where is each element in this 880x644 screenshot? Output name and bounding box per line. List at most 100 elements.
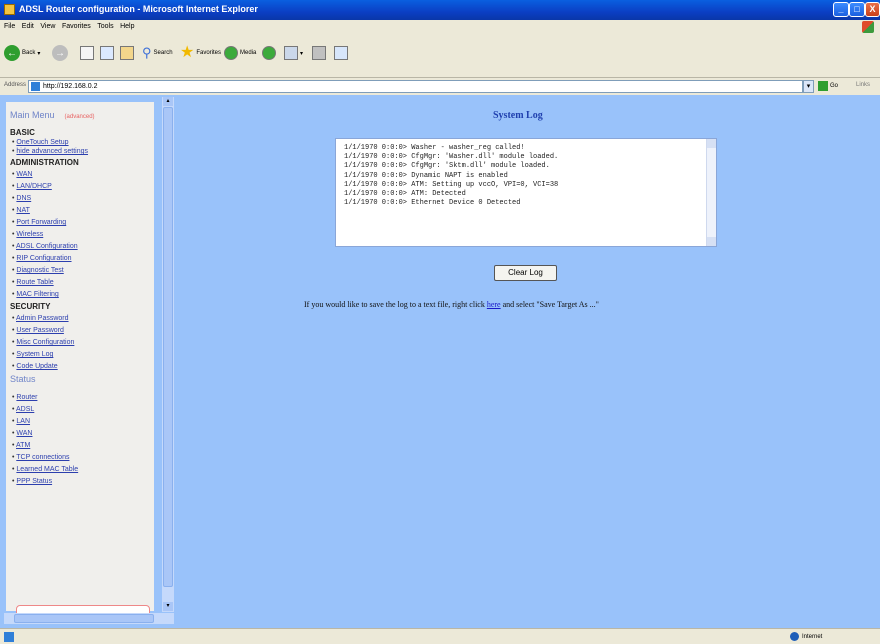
menu-item-onetouch-setup[interactable]: OneTouch Setup	[12, 139, 68, 146]
sidebar-scroll-thumb[interactable]	[163, 107, 173, 587]
refresh-button[interactable]	[100, 43, 114, 63]
forward-button[interactable]: →	[52, 43, 68, 63]
clear-log-button[interactable]: Clear Log	[494, 265, 557, 281]
scroll-down-icon[interactable]: ▾	[163, 602, 173, 611]
star-icon: ★	[180, 44, 195, 61]
favorites-label: Favorites	[196, 50, 222, 56]
menu-item-wan[interactable]: WAN	[12, 171, 32, 178]
log-line: 1/1/1970 0:0:0> Ethernet Device 0 Detect…	[344, 199, 521, 208]
status-item-atm[interactable]: ATM	[12, 442, 30, 449]
window-title: ADSL Router configuration - Microsoft In…	[19, 4, 258, 14]
menu-item-mac-filtering[interactable]: MAC Filtering	[12, 291, 58, 298]
status-item-ppp-status[interactable]: PPP Status	[12, 478, 52, 485]
address-dropdown-icon[interactable]: ▾	[803, 80, 814, 93]
edit-button[interactable]	[334, 43, 348, 63]
media-button[interactable]: Media	[224, 43, 256, 63]
menu-item-admin-password[interactable]: Admin Password	[12, 315, 69, 322]
status-item-wan[interactable]: WAN	[12, 430, 32, 437]
log-scroll-down-icon[interactable]	[707, 237, 716, 246]
stop-button[interactable]	[80, 43, 94, 63]
section-security: SECURITY	[10, 302, 51, 311]
menu-item-system-log[interactable]: System Log	[12, 351, 53, 358]
favorites-button[interactable]: ★ Favorites	[180, 43, 221, 63]
status-item-learned-mac-table[interactable]: Learned MAC Table	[12, 466, 78, 473]
address-bar: Address http://192.168.0.2 ▾ Go Links	[0, 78, 880, 95]
address-label: Address	[4, 82, 27, 88]
menu-item-route-table[interactable]: Route Table	[12, 279, 53, 286]
title-bar: ADSL Router configuration - Microsoft In…	[0, 0, 880, 20]
media-label: Media	[240, 50, 257, 56]
home-button[interactable]	[120, 43, 134, 63]
zone-label: Internet	[802, 633, 823, 640]
main-menu-panel: Main Menu (advanced) BASIC OneTouch Setup…	[6, 102, 154, 619]
advanced-link[interactable]: (advanced)	[65, 114, 95, 120]
sidebar-horizontal-scrollbar[interactable]	[4, 613, 174, 624]
address-input[interactable]: http://192.168.0.2	[28, 80, 803, 93]
log-line: 1/1/1970 0:0:0> Washer - washer_reg call…	[344, 144, 525, 152]
log-line: 1/1/1970 0:0:0> Dynamic NAPT is enabled	[344, 171, 508, 180]
print-button[interactable]	[312, 43, 326, 63]
close-button[interactable]: X	[865, 2, 880, 17]
history-button[interactable]	[262, 43, 276, 63]
status-item-lan[interactable]: LAN	[12, 418, 30, 425]
mail-icon	[284, 46, 298, 60]
menu-item-diagnostic-test[interactable]: Diagnostic Test	[12, 267, 63, 274]
menu-item-user-password[interactable]: User Password	[12, 327, 63, 334]
links-button[interactable]: Links	[856, 82, 870, 88]
menu-item-rip-configuration[interactable]: RIP Configuration	[12, 255, 71, 262]
menu-file[interactable]: File	[4, 23, 15, 30]
page-title: System Log	[493, 110, 543, 121]
stop-icon	[80, 46, 94, 60]
menu-favorites[interactable]: Favorites	[62, 23, 91, 30]
log-scroll-up-icon[interactable]	[707, 139, 716, 148]
status-item-adsl[interactable]: ADSL	[12, 406, 34, 413]
search-button[interactable]: ⚲ Search	[142, 43, 173, 63]
status-item-tcp-connections[interactable]: TCP connections	[12, 454, 69, 461]
menu-item-adsl-configuration[interactable]: ADSL Configuration	[12, 243, 78, 250]
main-menu-heading: Main Menu (advanced)	[10, 110, 95, 120]
log-line: 1/1/1970 0:0:0> CfgMgr: 'Sktm.dll' modul…	[344, 162, 550, 171]
menu-item-hide-advanced[interactable]: hide advanced settings	[12, 148, 88, 155]
media-icon	[224, 46, 238, 60]
info-prefix: If you would like to save the log to a t…	[304, 300, 487, 309]
go-button[interactable]: Go	[818, 81, 838, 91]
menu-help[interactable]: Help	[120, 23, 134, 30]
menu-item-port-forwarding[interactable]: Port Forwarding	[12, 219, 66, 226]
menu-item-code-update[interactable]: Code Update	[12, 363, 57, 370]
system-log-textarea[interactable]: 1/1/1970 0:0:0> Washer - washer_reg call…	[335, 138, 717, 247]
history-icon	[262, 46, 276, 60]
maximize-button[interactable]: □	[849, 2, 865, 17]
scroll-up-icon[interactable]: ▴	[163, 97, 173, 106]
search-label: Search	[153, 50, 173, 56]
sidebar-vertical-scrollbar[interactable]: ▴ ▾	[162, 97, 174, 612]
go-label: Go	[830, 83, 839, 89]
log-scrollbar[interactable]	[706, 139, 716, 246]
page-content: Main Menu (advanced) BASIC OneTouch Setup…	[0, 95, 880, 628]
main-menu-title: Main Menu	[10, 110, 55, 120]
menu-tools[interactable]: Tools	[97, 23, 113, 30]
menu-item-wireless[interactable]: Wireless	[12, 231, 43, 238]
mail-button[interactable]: ▾	[284, 43, 303, 63]
menu-edit[interactable]: Edit	[22, 23, 34, 30]
menu-item-misc-configuration[interactable]: Misc Configuration	[12, 339, 74, 346]
print-icon	[312, 46, 326, 60]
back-button[interactable]: ← Back ▾	[4, 43, 40, 63]
search-icon: ⚲	[142, 45, 152, 60]
status-heading: Status	[10, 374, 36, 384]
menu-item-lan-dhcp[interactable]: LAN/DHCP	[12, 183, 51, 190]
menu-item-nat[interactable]: NAT	[12, 207, 29, 214]
minimize-button[interactable]: _	[833, 2, 849, 17]
log-line: 1/1/1970 0:0:0> ATM: Detected	[344, 190, 466, 199]
status-bar: Internet	[0, 628, 880, 644]
back-arrow-icon: ←	[4, 45, 20, 61]
status-item-router[interactable]: Router	[12, 394, 37, 401]
save-log-instructions: If you would like to save the log to a t…	[304, 300, 599, 309]
save-log-link[interactable]: here	[487, 300, 501, 309]
menu-view[interactable]: View	[40, 23, 55, 30]
security-zone: Internet	[790, 632, 822, 641]
sidebar: Main Menu (advanced) BASIC OneTouch Setup…	[2, 97, 175, 626]
sidebar-hscroll-thumb[interactable]	[14, 614, 154, 623]
forward-arrow-icon: →	[52, 45, 68, 61]
menu-item-dns[interactable]: DNS	[12, 195, 31, 202]
refresh-icon	[100, 46, 114, 60]
